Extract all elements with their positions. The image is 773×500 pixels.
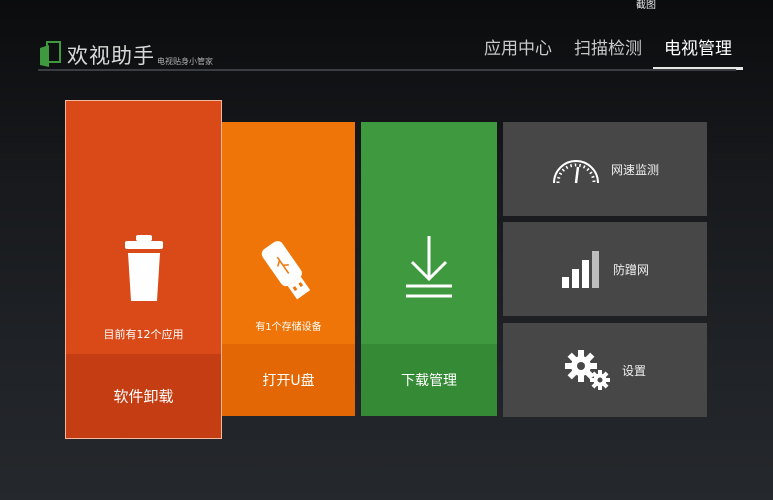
logo-icon [40,41,61,67]
usb-footer: 打开U盘 [222,344,355,416]
tab-scan[interactable]: 扫描检测 [563,38,653,68]
usb-tile[interactable]: 有1个存储设备 打开U盘 [222,122,355,416]
screenshot-label[interactable]: 截图 [636,0,656,11]
gears-icon [564,350,610,390]
download-icon [406,236,452,298]
usb-drive-icon [261,241,311,300]
anti-leech-label: 防蹭网 [612,262,649,277]
tab-tv-management[interactable]: 电视管理 [653,38,743,70]
settings-tile[interactable]: 设置 [503,323,707,417]
app-title: 欢视助手 [67,44,155,68]
uninstall-label: 软件卸载 [113,387,174,406]
speed-monitor-label: 网速监测 [610,162,659,177]
app-count-caption: 目前有12个应用 [103,328,184,341]
tab-app-center[interactable]: 应用中心 [473,38,563,68]
speedometer-icon [552,160,599,184]
device-count-caption: 有1个存储设备 [255,322,322,333]
download-footer: 下载管理 [361,344,497,416]
nav-tabs: 应用中心 扫描检测 电视管理 [473,38,743,70]
uninstall-footer: 软件卸载 [66,354,221,438]
header-divider [38,69,736,71]
anti-leech-tile[interactable]: 防蹭网 [503,222,707,316]
settings-label: 设置 [621,363,646,378]
trash-icon [125,235,163,301]
uninstall-tile[interactable]: 目前有12个应用 软件卸载 [65,100,222,439]
download-tile[interactable]: 下载管理 [361,122,497,416]
signal-bars-icon [561,251,599,288]
speed-monitor-tile[interactable]: 网速监测 [503,122,707,216]
download-label: 下载管理 [401,373,457,389]
app-logo: 欢视助手 电视贴身小管家 [38,40,213,68]
usb-label: 打开U盘 [262,373,315,389]
app-subtitle: 电视贴身小管家 [157,57,213,66]
